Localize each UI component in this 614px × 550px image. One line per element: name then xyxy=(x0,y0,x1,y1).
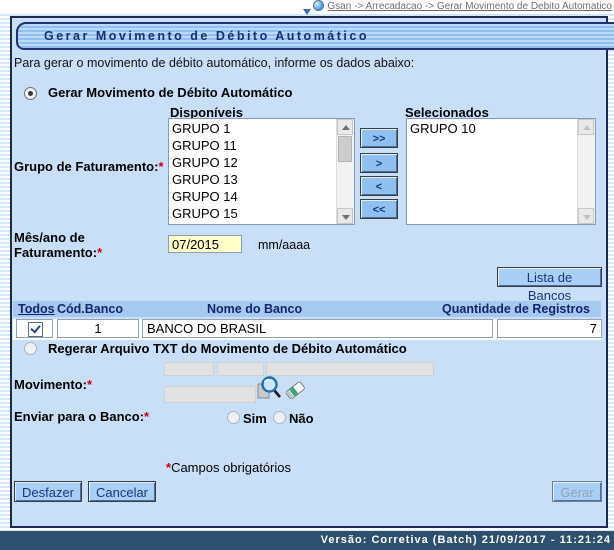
billing-month-input[interactable] xyxy=(168,235,242,253)
banks-table-header: Todos Cód.Banco Nome do Banco Quantidade… xyxy=(13,301,601,317)
movimento-part3-input[interactable] xyxy=(266,362,434,376)
send-yes-label: Sim xyxy=(243,411,267,426)
movimento-label: Movimento:* xyxy=(14,377,92,392)
movimento-part1-input[interactable] xyxy=(164,362,214,376)
movimento-part2-input[interactable] xyxy=(217,362,264,376)
bank-code-cell: 1 xyxy=(57,319,139,338)
scroll-up-icon[interactable] xyxy=(337,119,353,135)
select-all-link[interactable]: Todos xyxy=(18,301,55,317)
move-all-right-button[interactable]: >> xyxy=(360,128,398,148)
bank-list-button[interactable]: Lista de Bancos xyxy=(497,267,602,287)
scroll-up-icon[interactable] xyxy=(578,119,594,135)
listbox-option[interactable]: GRUPO 1 xyxy=(169,120,337,137)
listbox-option[interactable]: GRUPO 14 xyxy=(169,188,337,205)
regenerate-option-label: Regerar Arquivo TXT do Movimento de Débi… xyxy=(48,341,407,356)
cancel-button[interactable]: Cancelar xyxy=(88,481,156,502)
eraser-icon[interactable] xyxy=(284,379,307,406)
billing-month-label-line2: Faturamento:* xyxy=(14,245,102,260)
listbox-option[interactable]: GRUPO 12 xyxy=(169,154,337,171)
header-bank-code: Cód.Banco xyxy=(57,301,123,317)
available-groups-listbox[interactable]: GRUPO 1 GRUPO 11 GRUPO 12 GRUPO 13 GRUPO… xyxy=(168,118,355,225)
page-title: Gerar Movimento de Débito Automático xyxy=(16,22,614,50)
listbox-option[interactable]: GRUPO 11 xyxy=(169,137,337,154)
listbox-option[interactable]: GRUPO 15 xyxy=(169,205,337,222)
scrollbar[interactable] xyxy=(577,119,595,224)
globe-icon[interactable] xyxy=(313,0,324,11)
selected-groups-listbox[interactable]: GRUPO 10 xyxy=(406,118,596,225)
month-format-hint: mm/aaaa xyxy=(258,238,310,252)
header-bank-name: Nome do Banco xyxy=(207,301,302,317)
scroll-down-icon[interactable] xyxy=(578,208,594,224)
scroll-down-icon[interactable] xyxy=(337,208,353,224)
version-footer: Versão: Corretiva (Batch) 21/09/2017 - 1… xyxy=(0,531,614,550)
search-magnifier-icon[interactable] xyxy=(257,375,282,406)
send-to-bank-label: Enviar para o Banco:* xyxy=(14,409,149,424)
send-yes-radio[interactable] xyxy=(227,411,240,424)
movimento-search-input[interactable] xyxy=(164,386,256,403)
checkbox-cell xyxy=(16,319,53,338)
undo-button[interactable]: Desfazer xyxy=(14,481,82,502)
required-note: *Campos obrigatórios xyxy=(166,460,291,475)
billing-month-label-line1: Mês/ano de xyxy=(14,230,85,245)
scrollbar-thumb[interactable] xyxy=(338,136,352,162)
send-no-label: Não xyxy=(289,411,314,426)
billing-group-label: Grupo de Faturamento:* xyxy=(14,159,164,174)
header-quantity: Quantidade de Registros xyxy=(442,301,590,317)
radio-dot xyxy=(28,91,33,96)
send-no-radio[interactable] xyxy=(273,411,286,424)
regenerate-option-radio[interactable] xyxy=(24,342,37,355)
move-left-button[interactable]: < xyxy=(360,176,398,196)
generate-option-label: Gerar Movimento de Débito Automático xyxy=(48,85,292,100)
generate-button[interactable]: Gerar xyxy=(552,481,602,502)
scrollbar[interactable] xyxy=(336,119,354,224)
scroll-anchor-icon xyxy=(303,9,311,15)
intro-text: Para gerar o movimento de débito automát… xyxy=(14,56,414,70)
move-all-left-button[interactable]: << xyxy=(360,199,398,219)
listbox-option[interactable]: GRUPO 13 xyxy=(169,171,337,188)
select-bank-checkbox[interactable] xyxy=(28,322,43,337)
bank-name-cell: BANCO DO BRASIL xyxy=(142,319,493,338)
check-icon xyxy=(30,323,40,334)
generate-option-radio[interactable] xyxy=(24,87,37,100)
table-row: 1 BANCO DO BRASIL 7 xyxy=(13,319,602,340)
listbox-option[interactable]: GRUPO 10 xyxy=(407,120,578,137)
bank-quantity-cell: 7 xyxy=(497,319,602,338)
main-panel: Gerar Movimento de Débito Automático Par… xyxy=(10,16,608,528)
breadcrumb: Gsan -> Arrecadacao -> Gerar Movimento d… xyxy=(327,1,612,12)
move-right-button[interactable]: > xyxy=(360,153,398,173)
